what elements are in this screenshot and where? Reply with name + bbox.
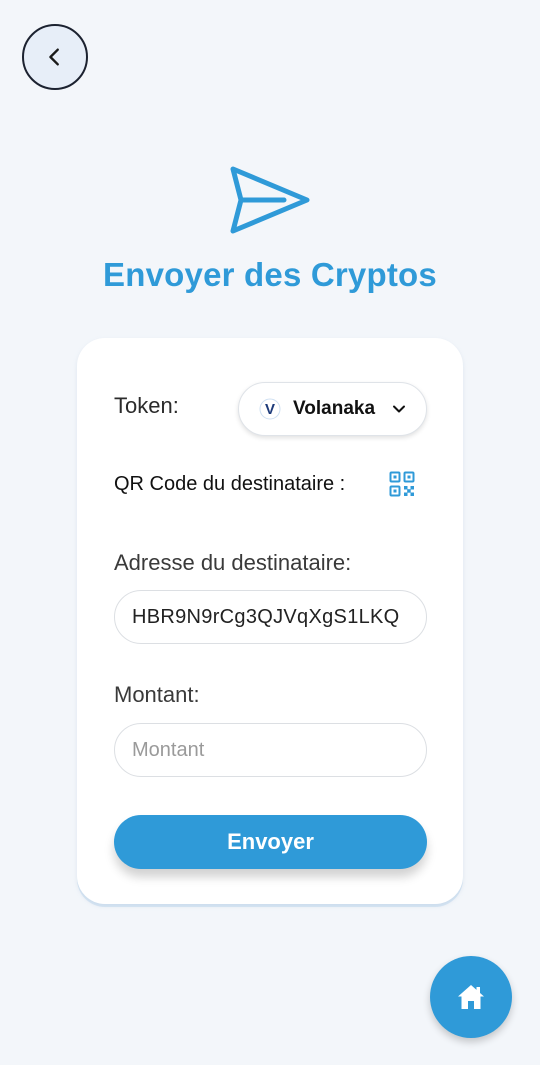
address-input[interactable] xyxy=(114,590,427,644)
token-selected-value: Volanaka xyxy=(293,398,376,419)
back-button[interactable] xyxy=(22,24,88,90)
qr-code-icon[interactable] xyxy=(389,471,415,497)
amount-input[interactable] xyxy=(114,723,427,777)
token-label: Token: xyxy=(114,393,179,418)
token-dropdown[interactable]: V Volanaka xyxy=(238,382,427,436)
home-icon xyxy=(458,985,484,1009)
token-logo: V xyxy=(259,398,281,420)
home-button[interactable] xyxy=(430,956,512,1038)
amount-label: Montant: xyxy=(114,682,200,707)
send-crypto-screen: Envoyer des Cryptos Token: V Volanaka QR… xyxy=(0,0,540,1065)
svg-text:V: V xyxy=(265,401,275,418)
chevron-down-icon xyxy=(393,405,405,413)
paper-plane-icon xyxy=(230,166,310,234)
qr-code-label: QR Code du destinataire : xyxy=(114,473,346,495)
chevron-left-icon xyxy=(49,48,59,66)
send-button[interactable]: Envoyer xyxy=(114,815,427,869)
address-label: Adresse du destinataire: xyxy=(114,550,352,575)
page-title: Envoyer des Cryptos xyxy=(103,256,437,293)
send-form-card: Token: V Volanaka QR Code du destinatair… xyxy=(77,338,463,904)
